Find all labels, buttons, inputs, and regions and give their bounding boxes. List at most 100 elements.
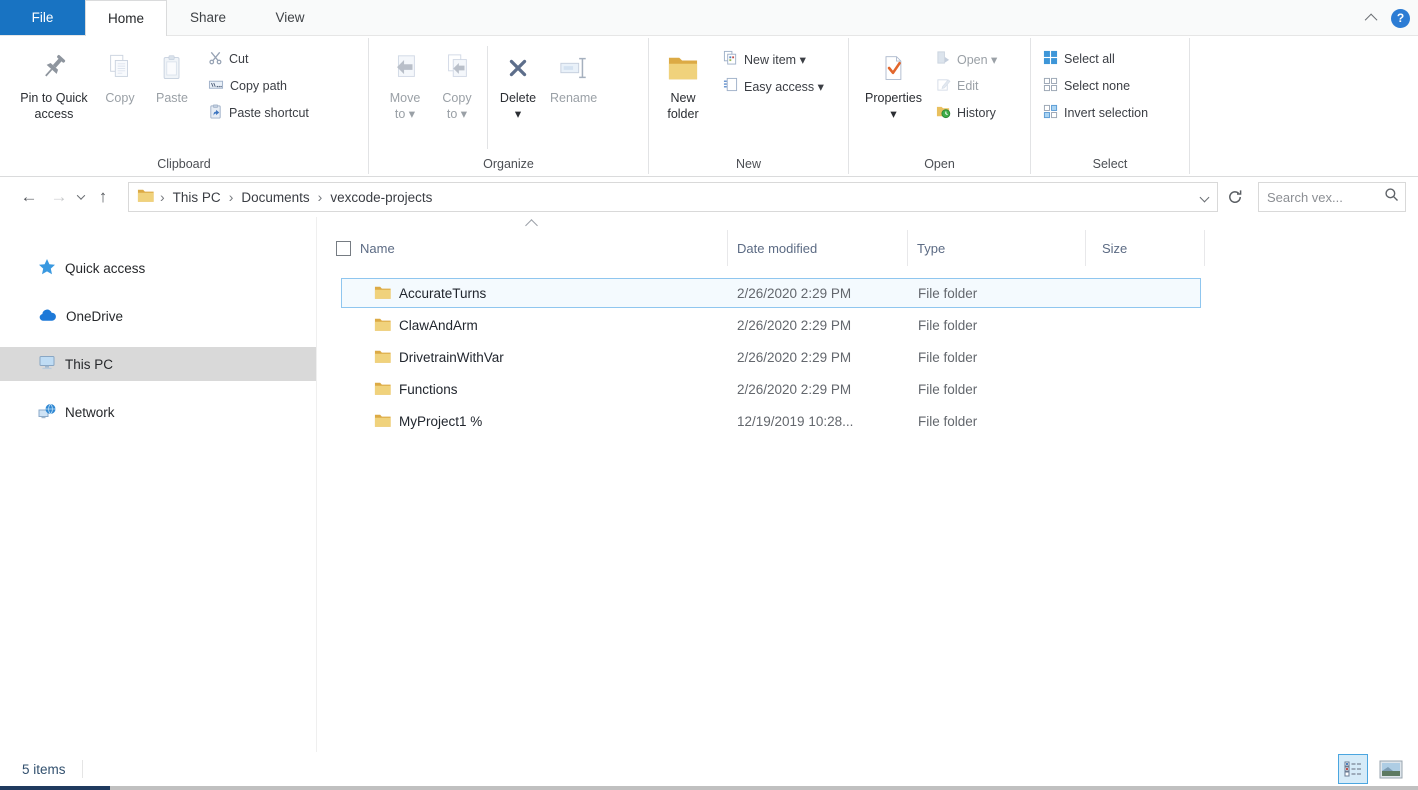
folder-icon [374,284,391,302]
select-all-icon [1043,50,1058,68]
edit-button[interactable]: Edit [936,77,997,95]
refresh-icon[interactable] [1220,182,1250,212]
navigation-pane: Quick access OneDrive This PC Network [0,217,317,752]
properties-button[interactable]: Properties ▾ [859,44,928,126]
ribbon-group-organize: Move to ▾ Copy to ▾ Delete ▾ [369,36,648,176]
search-box [1258,182,1406,212]
select-all-checkbox[interactable] [336,241,351,256]
properties-icon [879,48,907,88]
folder-icon [374,348,391,366]
paste-shortcut-button[interactable]: Paste shortcut [208,104,309,122]
column-header-date-modified[interactable]: Date modified [727,230,907,266]
file-explorer-window: File Home Share View ? Pin to Quick acce… [0,0,1418,790]
breadcrumb-vexcode-projects[interactable]: vexcode-projects [324,190,438,205]
collapse-ribbon-icon[interactable] [1365,13,1378,26]
sidebar-item-network[interactable]: Network [0,395,316,429]
onedrive-icon [38,308,57,325]
select-none-icon [1043,77,1058,95]
open-button[interactable]: Open ▾ [936,50,997,68]
ribbon: Pin to Quick access Copy Paste [0,36,1418,177]
copy-to-button[interactable]: Copy to ▾ [431,44,483,126]
up-button[interactable]: ↑ [88,187,118,207]
address-dropdown-icon[interactable] [1191,194,1217,201]
file-row-functions[interactable]: Functions 2/26/2020 2:29 PM File folder [341,374,1201,404]
tab-home[interactable]: Home [85,0,167,36]
file-row-myproject1[interactable]: MyProject1 % 12/19/2019 10:28... File fo… [341,406,1201,436]
quick-access-icon [38,258,56,279]
paste-shortcut-icon [208,104,223,122]
large-icons-view-button[interactable] [1376,754,1406,784]
folder-icon [374,380,391,398]
new-folder-icon [666,48,700,88]
tab-view[interactable]: View [249,0,331,35]
pin-icon [39,48,69,88]
breadcrumb-chevron-icon[interactable]: › [316,189,325,205]
invert-selection-button[interactable]: Invert selection [1043,104,1148,122]
cut-button[interactable]: Cut [208,50,309,68]
back-button[interactable]: ← [14,187,44,207]
move-to-icon [390,48,420,88]
new-item-button[interactable]: New item ▾ [723,50,824,68]
this-pc-icon [38,354,56,374]
copy-button[interactable]: Copy [94,44,146,111]
file-row-accurateturns[interactable]: AccurateTurns 2/26/2020 2:29 PM File fol… [341,278,1201,308]
paste-button[interactable]: Paste [146,44,198,111]
item-count: 5 items [22,762,66,777]
file-row-clawandarm[interactable]: ClawAndArm 2/26/2020 2:29 PM File folder [341,310,1201,340]
sidebar-item-onedrive[interactable]: OneDrive [0,299,316,333]
column-header-name[interactable]: Name [336,230,727,266]
tab-share[interactable]: Share [167,0,249,35]
column-header-size[interactable]: Size [1085,230,1205,266]
pin-to-quick-access-button[interactable]: Pin to Quick access [14,44,94,126]
delete-button[interactable]: Delete ▾ [492,44,544,126]
breadcrumb-documents[interactable]: Documents [235,190,315,205]
breadcrumb-chevron-icon[interactable]: › [227,189,236,205]
sidebar-item-quick-access[interactable]: Quick access [0,251,316,285]
easy-access-button[interactable]: Easy access ▾ [723,77,824,95]
folder-icon [374,412,391,430]
ribbon-group-new: New folder New item ▾ Easy access ▾ New [649,36,848,176]
taskbar-edge-dark [0,786,110,790]
group-separator [487,46,488,149]
column-header-type[interactable]: Type [907,230,1085,266]
breadcrumb-this-pc[interactable]: This PC [167,190,227,205]
easy-access-icon [723,77,738,95]
breadcrumb-chevron-icon[interactable]: › [158,189,167,205]
paste-icon [158,48,186,88]
ribbon-tab-bar: File Home Share View ? [0,0,1418,36]
open-icon [936,50,951,68]
ribbon-group-clipboard: Pin to Quick access Copy Paste [0,36,368,176]
status-bar: 5 items [0,752,1418,786]
cut-icon [208,50,223,68]
delete-icon [503,48,533,88]
address-input[interactable]: › This PC › Documents › vexcode-projects [128,182,1218,212]
sidebar-item-this-pc[interactable]: This PC [0,347,316,381]
copy-path-icon [208,77,224,95]
file-list: AccurateTurns 2/26/2020 2:29 PM File fol… [341,278,1201,436]
select-none-button[interactable]: Select none [1043,77,1148,95]
recent-locations-icon[interactable] [77,191,85,199]
select-all-button[interactable]: Select all [1043,50,1148,68]
invert-selection-icon [1043,104,1058,122]
rename-button[interactable]: Rename [544,44,603,111]
search-input[interactable] [1267,190,1384,205]
edit-icon [936,77,951,95]
group-separator [1189,38,1190,174]
help-icon[interactable]: ? [1391,9,1410,28]
network-icon [38,403,56,422]
copy-path-button[interactable]: Copy path [208,77,309,95]
column-headers: Name Date modified Type Size [336,230,1418,266]
ribbon-group-open: Properties ▾ Open ▾ Edit History [849,36,1030,176]
copy-icon [105,48,135,88]
status-separator [82,760,83,778]
new-folder-button[interactable]: New folder [657,44,709,126]
taskbar-edge [0,786,1418,790]
history-button[interactable]: History [936,104,997,122]
forward-button[interactable]: → [44,187,74,207]
file-list-pane: Name Date modified Type Size AccurateTur… [317,217,1418,752]
details-view-button[interactable] [1338,754,1368,784]
tab-file[interactable]: File [0,0,85,35]
move-to-button[interactable]: Move to ▾ [379,44,431,126]
file-row-drivetrainwithvar[interactable]: DrivetrainWithVar 2/26/2020 2:29 PM File… [341,342,1201,372]
search-icon[interactable] [1384,187,1399,207]
